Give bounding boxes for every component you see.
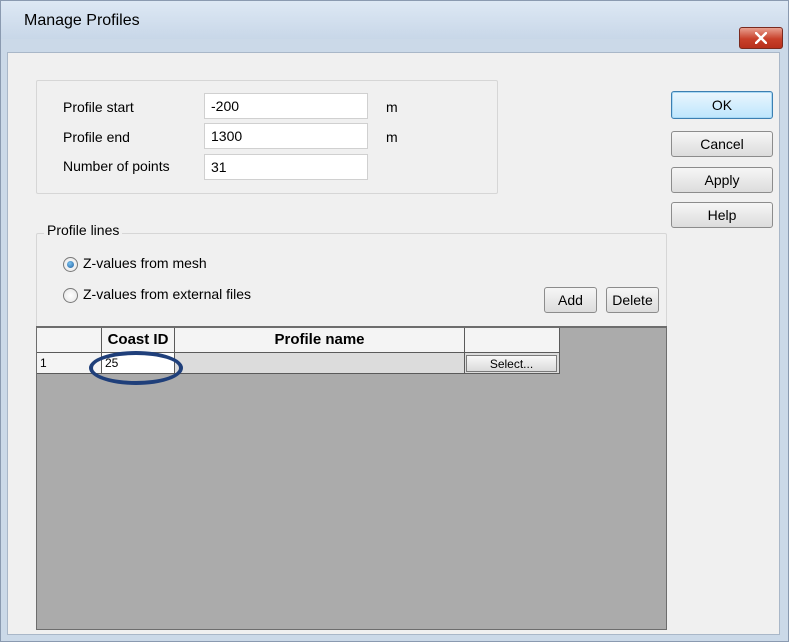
close-icon (755, 32, 767, 44)
grid-row-index[interactable]: 1 (37, 353, 102, 374)
delete-button[interactable]: Delete (606, 287, 659, 313)
apply-button[interactable]: Apply (671, 167, 773, 193)
number-of-points-input[interactable] (204, 154, 368, 180)
add-button[interactable]: Add (544, 287, 597, 313)
radio-external-label: Z-values from external files (83, 286, 252, 302)
grid-cell-coast-id[interactable]: 25 (102, 353, 175, 374)
profile-start-unit: m (386, 99, 398, 115)
ok-button[interactable]: OK (671, 91, 773, 119)
profile-end-input[interactable] (204, 123, 368, 149)
grid-header-coast-id[interactable]: Coast ID (102, 328, 175, 353)
grid-cell-profile-name[interactable] (175, 353, 465, 374)
radio-mesh-label: Z-values from mesh (83, 255, 207, 271)
profile-end-unit: m (386, 129, 398, 145)
grid-header-action (465, 328, 560, 353)
profile-start-label: Profile start (63, 99, 134, 115)
cancel-button[interactable]: Cancel (671, 131, 773, 157)
number-of-points-label: Number of points (63, 158, 170, 174)
select-button[interactable]: Select... (466, 355, 557, 372)
grid-header-profile-name[interactable]: Profile name (175, 328, 465, 353)
grid-cell-action: Select... (465, 353, 560, 374)
radio-z-values-mesh[interactable]: Z-values from mesh (63, 255, 283, 275)
profile-lines-group-label: Profile lines (44, 222, 123, 238)
title-bar: Manage Profiles (1, 1, 788, 49)
grid-header-corner (37, 328, 102, 353)
profile-end-label: Profile end (63, 129, 130, 145)
close-button[interactable] (739, 27, 783, 49)
profile-start-input[interactable] (204, 93, 368, 119)
radio-checked-icon (63, 257, 78, 272)
window-title: Manage Profiles (24, 12, 140, 29)
radio-unchecked-icon (63, 288, 78, 303)
radio-z-values-external[interactable]: Z-values from external files (63, 286, 323, 306)
help-button[interactable]: Help (671, 202, 773, 228)
